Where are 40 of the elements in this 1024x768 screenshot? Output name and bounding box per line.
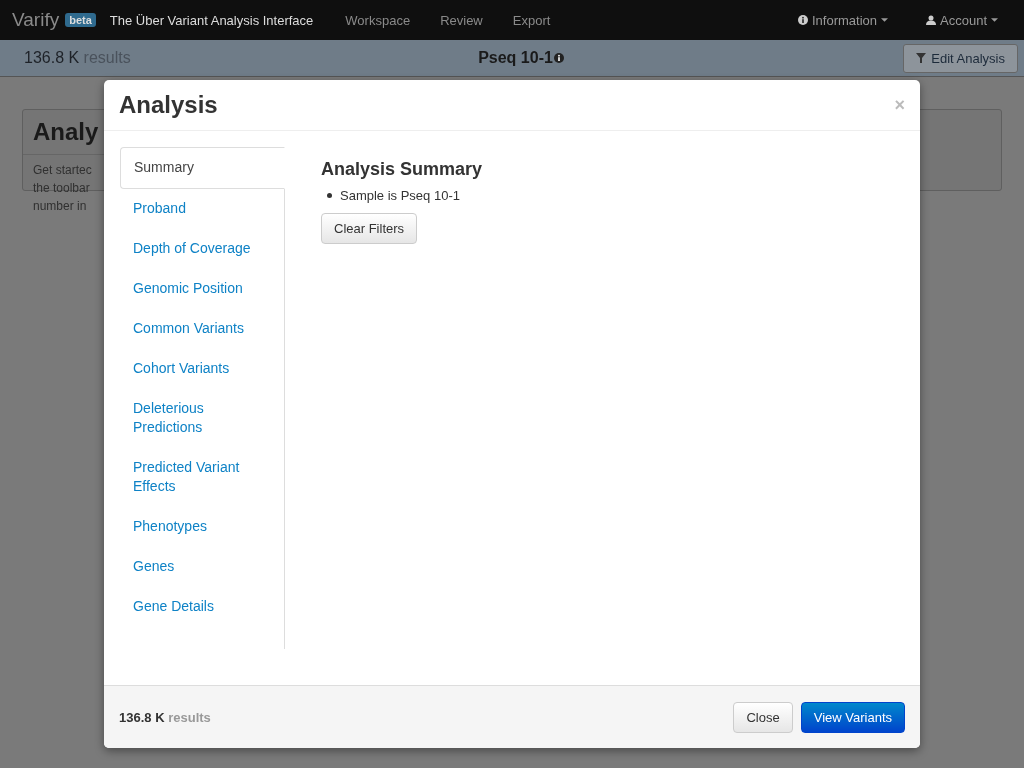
brand-logo[interactable]: Varify <box>12 9 60 31</box>
sidebar-tab[interactable]: Depth of Coverage <box>120 229 284 269</box>
filter-icon <box>916 53 927 63</box>
result-count: 136.8 K <box>119 709 165 725</box>
result-unit: results <box>168 709 211 725</box>
sidebar-tab[interactable]: Deleterious Predictions <box>120 389 284 448</box>
nav-menu[interactable]: Account <box>926 12 998 28</box>
sidebar-tab[interactable]: Genes <box>120 547 284 587</box>
card-text: the toolbar <box>33 180 90 197</box>
info-icon <box>553 53 564 63</box>
sidebar-tab[interactable]: Cohort Variants <box>120 349 284 389</box>
sidebar-tab[interactable]: Genomic Position <box>120 269 284 309</box>
summary-item: Sample is Pseq 10-1 <box>340 188 460 203</box>
footer-button[interactable]: Close <box>733 701 793 733</box>
sidebar-tab[interactable]: Phenotypes <box>120 507 284 547</box>
app-title: The Über Variant Analysis Interface <box>109 12 314 28</box>
info-icon <box>797 15 808 25</box>
nav-menu[interactable]: Information <box>797 12 888 28</box>
nav-link[interactable]: Workspace <box>345 12 411 28</box>
dialog-title: Analysis <box>119 91 219 119</box>
edit-analysis-button[interactable]: Edit Analysis <box>903 43 1018 73</box>
clear-filters-button[interactable]: Clear Filters <box>321 213 418 244</box>
result-count: 136.8 K <box>24 49 80 66</box>
sidebar-tab[interactable]: Summary <box>120 147 285 189</box>
bullet-icon <box>327 193 332 198</box>
sidebar-tab[interactable]: Gene Details <box>120 587 284 627</box>
sidebar-tab[interactable]: Common Variants <box>120 309 284 349</box>
card-text: number in <box>33 198 87 215</box>
section-heading: Analysis Summary <box>321 159 484 180</box>
caret-icon <box>991 18 998 22</box>
sidebar-tab[interactable]: Predicted Variant Effects <box>120 448 284 507</box>
nav-link[interactable]: Review <box>440 12 483 28</box>
caret-icon <box>881 18 888 22</box>
beta-badge: beta <box>65 13 96 27</box>
card-text: Get startec <box>33 162 92 179</box>
nav-link[interactable]: Export <box>512 12 551 28</box>
user-icon <box>926 15 936 25</box>
sample-name: Pseq 10-1 <box>478 49 553 67</box>
footer-button[interactable]: View Variants <box>800 701 905 733</box>
sidebar-tab[interactable]: Proband <box>120 189 284 229</box>
